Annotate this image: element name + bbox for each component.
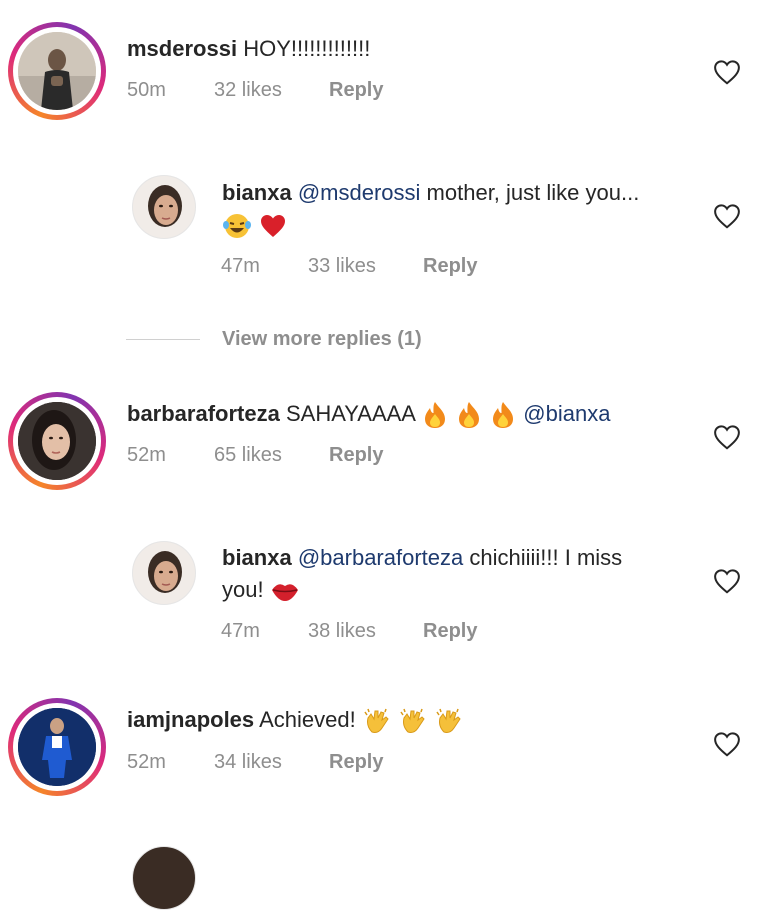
- clapping-hands-emoji-icon: [400, 708, 425, 734]
- comment-body: SAHAYAAAA: [285, 401, 415, 426]
- username[interactable]: msderossi: [127, 36, 237, 61]
- avatar[interactable]: [8, 392, 106, 490]
- comment-text: bianxa @barbaraforteza chichiiii!!! I mi…: [222, 542, 622, 574]
- comment-meta: 52m 65 likes Reply: [127, 442, 427, 468]
- likes-count[interactable]: 65 likes: [214, 442, 282, 468]
- avatar[interactable]: [132, 541, 196, 605]
- comment-text: iamjnapoles Achieved!: [127, 704, 464, 736]
- heart-icon[interactable]: [712, 57, 742, 87]
- likes-count[interactable]: 33 likes: [308, 253, 376, 279]
- person-avatar-icon: [18, 708, 96, 786]
- comment-body: you!: [222, 577, 264, 602]
- comment-body: HOY!!!!!!!!!!!!!: [243, 36, 371, 61]
- fire-emoji-icon: [459, 402, 480, 429]
- likes-count[interactable]: 32 likes: [214, 77, 282, 103]
- timestamp: 52m: [127, 751, 166, 773]
- fire-emoji-icon: [424, 402, 445, 429]
- reply-button[interactable]: Reply: [329, 77, 383, 103]
- reply-button[interactable]: Reply: [329, 442, 383, 468]
- likes-count[interactable]: 38 likes: [308, 618, 376, 644]
- comment-body: Achieved!: [259, 707, 356, 732]
- mention-link[interactable]: @bianxa: [523, 401, 610, 426]
- username[interactable]: bianxa: [222, 545, 292, 570]
- mention-link[interactable]: @barbaraforteza: [298, 545, 463, 570]
- comment-text: bianxa @msderossi mother, just like you.…: [222, 177, 639, 209]
- username[interactable]: barbaraforteza: [127, 401, 280, 426]
- heart-icon[interactable]: [712, 729, 742, 759]
- comment-body: mother, just like you...: [426, 180, 640, 205]
- heart-icon[interactable]: [712, 201, 742, 231]
- person-avatar-icon: [18, 32, 96, 110]
- laughing-crying-emoji-icon: [223, 214, 251, 239]
- clapping-hands-emoji-icon: [436, 708, 461, 734]
- username[interactable]: iamjnapoles: [127, 707, 254, 732]
- view-more-replies-button[interactable]: View more replies (1): [126, 324, 422, 354]
- comment-meta: 47m 38 likes Reply: [221, 618, 521, 644]
- timestamp: 47m: [221, 620, 260, 642]
- timestamp: 50m: [127, 79, 166, 101]
- divider-line: [126, 338, 200, 340]
- comment-text: barbaraforteza SAHAYAAAA @bianxa: [127, 398, 610, 430]
- timestamp: 52m: [127, 444, 166, 466]
- heart-icon[interactable]: [712, 422, 742, 452]
- person-avatar-icon: [133, 542, 195, 604]
- likes-count[interactable]: 34 likes: [214, 749, 282, 775]
- red-heart-emoji-icon: [261, 215, 286, 238]
- fire-emoji-icon: [493, 402, 514, 429]
- comment-text: msderossi HOY!!!!!!!!!!!!!: [127, 33, 370, 65]
- person-avatar-icon: [18, 402, 96, 480]
- username[interactable]: bianxa: [222, 180, 292, 205]
- comment-emojis: [222, 209, 288, 241]
- avatar[interactable]: [132, 846, 196, 910]
- avatar[interactable]: [8, 698, 106, 796]
- comment-meta: 47m 33 likes Reply: [221, 253, 521, 279]
- comment-meta: 52m 34 likes Reply: [127, 749, 427, 775]
- timestamp: 47m: [221, 255, 260, 277]
- comment-body: chichiiii!!! I miss: [469, 545, 623, 570]
- comment-text-continued: you!: [222, 574, 300, 606]
- avatar[interactable]: [132, 175, 196, 239]
- reply-button[interactable]: Reply: [423, 618, 477, 644]
- view-more-label: View more replies (1): [222, 327, 422, 350]
- mention-link[interactable]: @msderossi: [298, 180, 421, 205]
- person-avatar-icon: [133, 176, 195, 238]
- reply-button[interactable]: Reply: [329, 749, 383, 775]
- clapping-hands-emoji-icon: [364, 708, 389, 734]
- comment-meta: 50m 32 likes Reply: [127, 77, 427, 103]
- lips-emoji-icon: [271, 584, 298, 602]
- avatar[interactable]: [8, 22, 106, 120]
- heart-icon[interactable]: [712, 566, 742, 596]
- reply-button[interactable]: Reply: [423, 253, 477, 279]
